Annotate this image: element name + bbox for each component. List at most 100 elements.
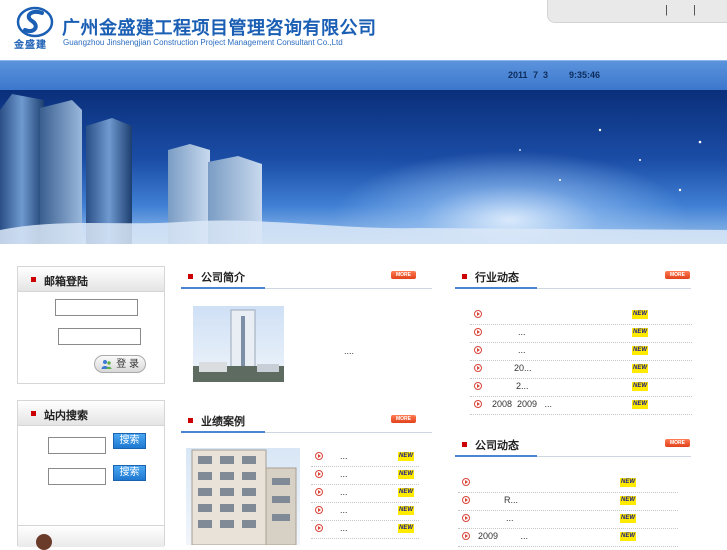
new-badge-icon: NEW: [632, 346, 648, 355]
company-name-en: Guangzhou Jinshengjian Construction Proj…: [63, 38, 343, 47]
list-item[interactable]: 2... NEW: [470, 378, 692, 397]
list-item[interactable]: 2009 ... NEW: [458, 528, 678, 547]
users-icon: [101, 360, 112, 369]
section-underline: [455, 455, 537, 457]
service-panel-header: [18, 525, 164, 550]
list-item-text: 2009 ...: [478, 531, 529, 541]
arrow-bullet-icon: [462, 514, 470, 522]
login-button[interactable]: 登 录: [94, 355, 146, 373]
new-badge-icon: NEW: [398, 506, 414, 515]
bullet-square-icon: [462, 442, 467, 447]
list-item[interactable]: ... NEW: [470, 342, 692, 361]
email-login-panel: 邮箱登陆 登 录: [17, 266, 165, 384]
more-button[interactable]: MORE: [391, 415, 416, 423]
section-underline: [181, 431, 265, 433]
search-button-secondary[interactable]: 搜索: [113, 465, 146, 481]
bullet-square-icon: [31, 277, 36, 282]
panel-title: 邮箱登陆: [44, 276, 88, 288]
list-item-text: ...: [518, 345, 526, 355]
arrow-bullet-icon: [474, 346, 482, 354]
new-badge-icon: NEW: [398, 452, 414, 461]
list-item[interactable]: 2008 2009 ... NEW: [470, 396, 692, 415]
section-title: 公司简介: [201, 272, 245, 284]
apartment-image: [191, 449, 297, 545]
list-item-text: ...: [340, 523, 348, 533]
list-item[interactable]: ... NEW: [311, 466, 419, 485]
list-item[interactable]: ... NEW: [470, 324, 692, 343]
list-item-text: ...: [340, 451, 348, 461]
site-header: 金盛建 广州金盛建工程项目管理咨询有限公司 Guangzhou Jinsheng…: [0, 0, 727, 60]
new-badge-icon: NEW: [620, 514, 636, 523]
arrow-bullet-icon: [315, 452, 323, 460]
login-button-label: 登 录: [116, 359, 139, 370]
new-badge-icon: NEW: [632, 364, 648, 373]
date-day: 3: [543, 70, 549, 80]
list-item[interactable]: NEW: [470, 306, 692, 325]
arrow-bullet-icon: [462, 496, 470, 504]
list-item-text: 20...: [514, 363, 532, 373]
top-link-separator: |: [665, 4, 668, 16]
site-search-panel: 站内搜索 搜索 搜索: [17, 400, 165, 550]
section-underline: [181, 287, 265, 289]
list-item-text: ...: [340, 487, 348, 497]
new-badge-icon: NEW: [620, 532, 636, 541]
date-month: 7: [533, 70, 539, 80]
list-item-text: 2...: [516, 381, 529, 391]
panel-header: 邮箱登陆: [18, 267, 164, 292]
new-badge-icon: NEW: [632, 382, 648, 391]
about-excerpt: ....: [344, 346, 355, 356]
new-badge-icon: NEW: [632, 310, 648, 319]
new-badge-icon: NEW: [398, 470, 414, 479]
arrow-bullet-icon: [462, 532, 470, 540]
company-news-section-header: 公司动态 MORE: [455, 434, 691, 457]
bullet-square-icon: [462, 274, 467, 279]
list-item-text: R...: [504, 495, 519, 505]
case-building-photo[interactable]: [186, 448, 300, 545]
date-bar: 2011 7 3 9:35:46: [0, 60, 727, 90]
arrow-bullet-icon: [462, 478, 470, 486]
list-item[interactable]: ... NEW: [458, 510, 678, 529]
list-item[interactable]: ... NEW: [311, 520, 419, 539]
list-item-text: ...: [506, 513, 514, 523]
banner-city-skyline: [0, 94, 727, 244]
search-input-secondary[interactable]: [48, 468, 106, 485]
date-year: 2011: [508, 70, 528, 80]
arrow-bullet-icon: [474, 328, 482, 336]
search-input[interactable]: [48, 437, 106, 454]
new-badge-icon: NEW: [398, 524, 414, 533]
list-item[interactable]: 20... NEW: [470, 360, 692, 379]
about-section-header: 公司简介 MORE: [181, 266, 432, 289]
more-button[interactable]: MORE: [665, 439, 690, 447]
industry-news-section-header: 行业动态 MORE: [455, 266, 691, 289]
panel-title: 站内搜索: [44, 410, 88, 422]
avatar: [36, 534, 52, 550]
top-link-separator: |: [693, 4, 696, 16]
email-username-input[interactable]: [55, 299, 138, 316]
more-button[interactable]: MORE: [665, 271, 690, 279]
arrow-bullet-icon: [474, 310, 482, 318]
bullet-square-icon: [31, 411, 36, 416]
list-item-text: ...: [518, 327, 526, 337]
clock-time: 9:35:46: [569, 70, 601, 80]
list-item[interactable]: ... NEW: [311, 484, 419, 503]
arrow-bullet-icon: [315, 506, 323, 514]
more-button[interactable]: MORE: [391, 271, 416, 279]
new-badge-icon: NEW: [620, 496, 636, 505]
new-badge-icon: NEW: [632, 328, 648, 337]
new-badge-icon: NEW: [398, 488, 414, 497]
list-item[interactable]: ... NEW: [311, 448, 419, 467]
panel-header: 站内搜索: [18, 401, 164, 426]
section-underline: [455, 287, 537, 289]
bullet-square-icon: [188, 418, 193, 423]
new-badge-icon: NEW: [620, 478, 636, 487]
email-password-input[interactable]: [58, 328, 141, 345]
list-item[interactable]: ... NEW: [311, 502, 419, 521]
new-badge-icon: NEW: [632, 400, 648, 409]
cases-section-header: 业绩案例 MORE: [181, 410, 432, 433]
company-building-photo[interactable]: [193, 306, 284, 382]
bullet-square-icon: [188, 274, 193, 279]
list-item[interactable]: R... NEW: [458, 492, 678, 511]
arrow-bullet-icon: [474, 382, 482, 390]
list-item[interactable]: NEW: [458, 474, 678, 493]
search-button[interactable]: 搜索: [113, 433, 146, 449]
